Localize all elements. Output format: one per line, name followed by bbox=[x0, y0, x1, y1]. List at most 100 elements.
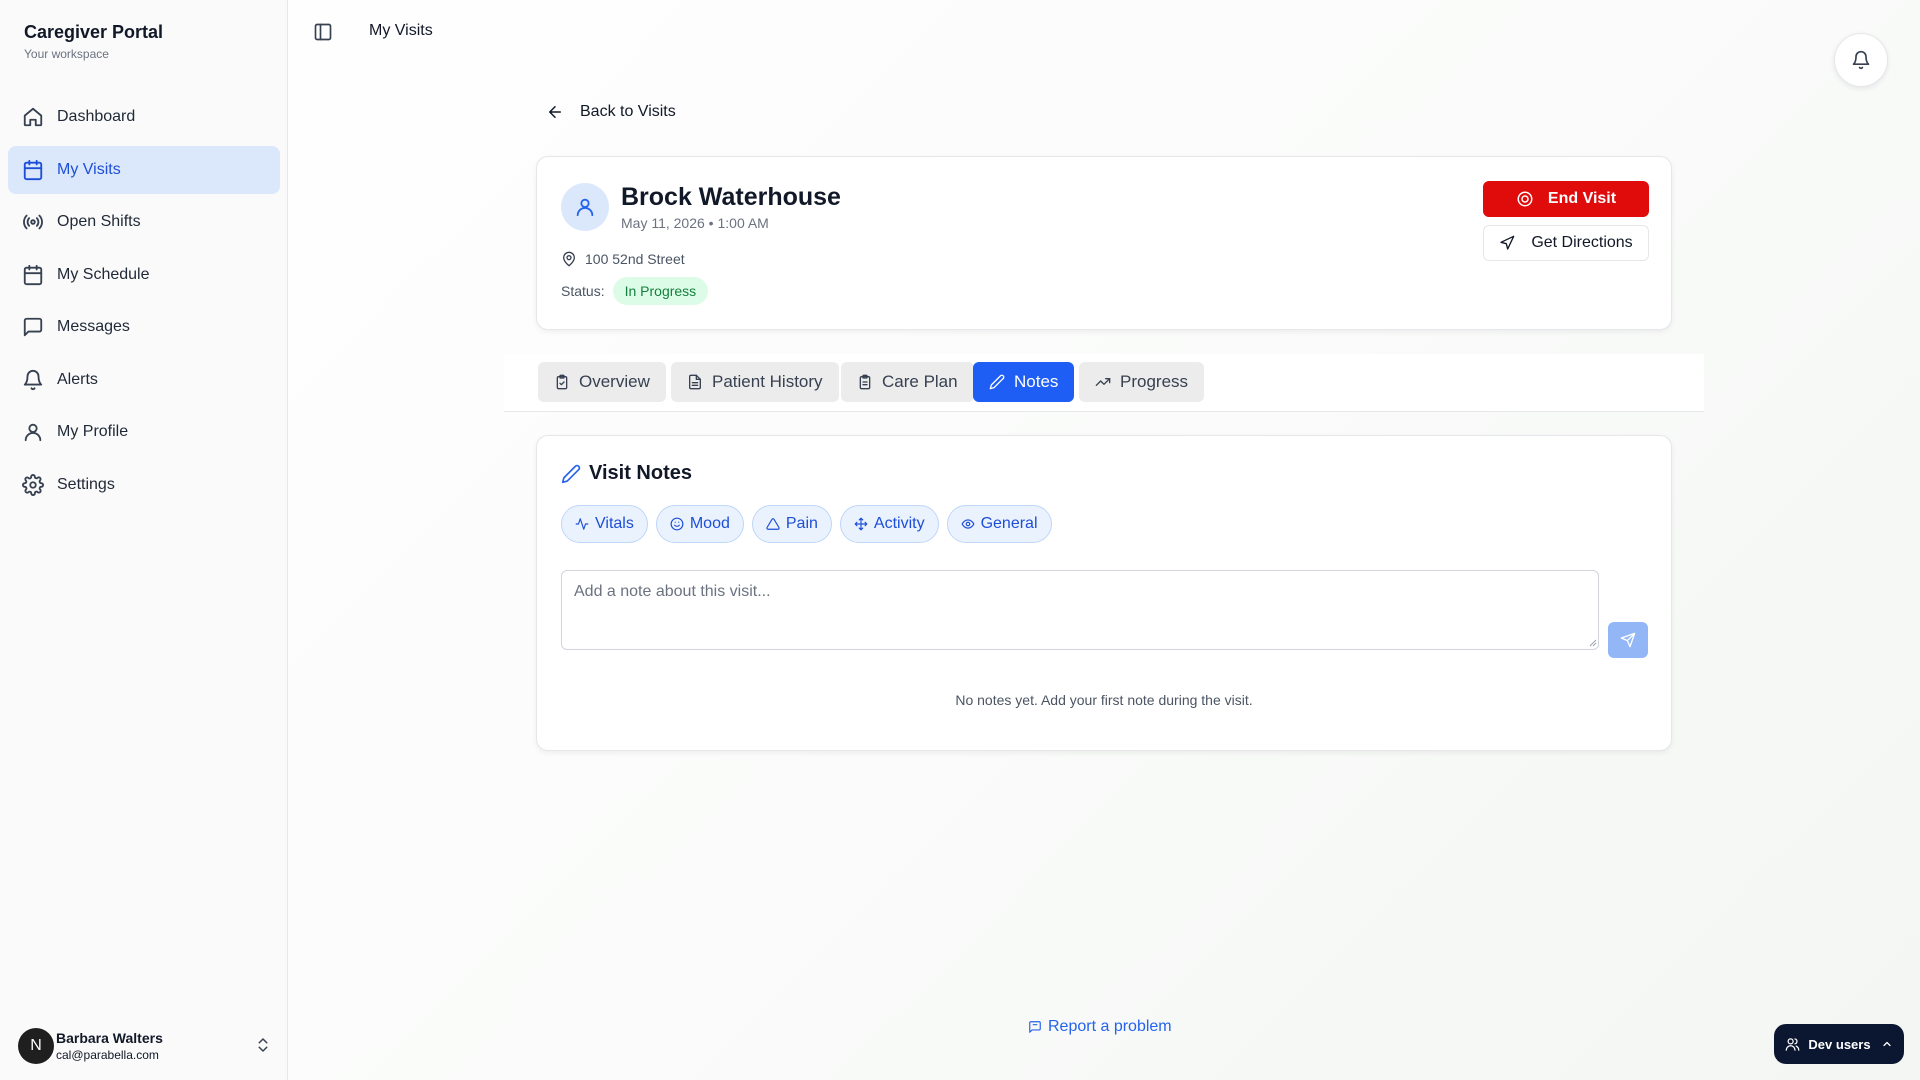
report-problem-link[interactable]: Report a problem bbox=[1028, 1018, 1172, 1036]
sidebar-item-settings[interactable]: Settings bbox=[8, 461, 280, 509]
user-icon bbox=[24, 423, 42, 442]
visit-notes-card: Visit Notes Vitals Mood Pain Activity Ge… bbox=[536, 435, 1672, 751]
visit-notes-title: Visit Notes bbox=[561, 462, 692, 485]
tab-care-plan[interactable]: Care Plan bbox=[841, 362, 974, 402]
get-directions-label: Get Directions bbox=[1531, 234, 1633, 251]
sidebar-item-label: My Profile bbox=[57, 423, 129, 440]
chip-activity[interactable]: Activity bbox=[839, 505, 939, 543]
sidebar-item-label: My Schedule bbox=[57, 265, 150, 283]
bell-icon bbox=[23, 369, 43, 390]
sidebar-item-label: Dashboard bbox=[57, 108, 136, 125]
page-title: My Visits bbox=[369, 22, 433, 39]
gear-icon bbox=[22, 473, 44, 496]
resize-grip-icon[interactable] bbox=[1589, 639, 1597, 647]
alert-triangle-icon bbox=[766, 518, 780, 530]
tabs-bar: Overview Patient History Care Plan Notes… bbox=[504, 354, 1704, 412]
sidebar-item-label: Messages bbox=[57, 318, 130, 335]
eye-icon bbox=[961, 519, 974, 529]
chevron-up-icon bbox=[1882, 1041, 1891, 1047]
tab-patient-history[interactable]: Patient History bbox=[671, 362, 839, 402]
notes-title-text: Visit Notes bbox=[589, 462, 692, 484]
smile-icon bbox=[670, 517, 684, 531]
patient-name: Brock Waterhouse bbox=[621, 183, 841, 211]
move-icon bbox=[854, 517, 868, 531]
chip-pain[interactable]: Pain bbox=[751, 505, 832, 543]
patient-card: Brock Waterhouse May 11, 2026 • 1:00 AM … bbox=[536, 156, 1672, 330]
empty-notes-message: No notes yet. Add your first note during… bbox=[955, 692, 1253, 708]
chip-general[interactable]: General bbox=[946, 505, 1052, 543]
note-category-chips: Vitals Mood Pain Activity General bbox=[561, 505, 1060, 543]
brand-title: Caregiver Portal bbox=[24, 22, 164, 42]
send-icon bbox=[1620, 632, 1636, 648]
calendar-icon bbox=[23, 159, 43, 180]
status-badge: In Progress bbox=[612, 277, 709, 305]
report-label: Report a problem bbox=[1048, 1018, 1172, 1035]
status-label: Status: bbox=[561, 283, 605, 299]
dev-users-button[interactable]: Dev users bbox=[1774, 1024, 1904, 1064]
brand-subtitle: Your workspace bbox=[24, 47, 109, 61]
user-email: cal@parabella.com bbox=[56, 1048, 159, 1062]
sidebar-nav: Dashboard My Visits Open Shifts My Sched… bbox=[8, 93, 280, 513]
brand: Caregiver Portal Your workspace bbox=[24, 22, 163, 61]
message-square-icon bbox=[1029, 1021, 1041, 1033]
chip-label: Activity bbox=[873, 515, 925, 532]
sidebar: Caregiver Portal Your workspace Dashboar… bbox=[0, 0, 288, 1080]
tab-notes[interactable]: Notes bbox=[973, 362, 1075, 402]
note-input[interactable] bbox=[561, 570, 1599, 650]
user-info: Barbara Walters cal@parabella.com bbox=[56, 1030, 163, 1062]
pencil-icon bbox=[989, 374, 1005, 390]
tab-label: Progress bbox=[1120, 372, 1189, 391]
message-icon bbox=[23, 317, 43, 337]
bell-icon bbox=[1852, 50, 1870, 70]
tab-label: Care Plan bbox=[882, 372, 958, 391]
user-menu[interactable]: N Barbara Walters cal@parabella.com bbox=[18, 1024, 272, 1068]
users-icon bbox=[1786, 1037, 1800, 1051]
tab-overview[interactable]: Overview bbox=[538, 362, 666, 402]
chip-vitals[interactable]: Vitals bbox=[561, 505, 648, 543]
sidebar-item-label: Settings bbox=[57, 475, 115, 493]
home-icon bbox=[23, 107, 43, 127]
tab-progress[interactable]: Progress bbox=[1079, 362, 1205, 402]
navigation-icon bbox=[1500, 235, 1515, 250]
patient-address: 100 52nd Street bbox=[561, 251, 685, 267]
file-icon bbox=[689, 374, 701, 390]
sidebar-item-open-shifts[interactable]: Open Shifts bbox=[8, 198, 280, 246]
chip-label: General bbox=[980, 515, 1038, 532]
send-note-button[interactable] bbox=[1608, 622, 1648, 658]
chip-mood[interactable]: Mood bbox=[655, 505, 744, 543]
chip-label: Vitals bbox=[595, 515, 634, 532]
sidebar-item-my-profile[interactable]: My Profile bbox=[8, 408, 280, 456]
clipboard-list-icon bbox=[859, 374, 871, 390]
target-icon bbox=[1517, 191, 1533, 207]
sidebar-item-label: Alerts bbox=[57, 370, 98, 388]
dev-users-label: Dev users bbox=[1808, 1036, 1871, 1052]
end-visit-button[interactable]: End Visit bbox=[1483, 181, 1649, 217]
back-to-visits-link[interactable]: Back to Visits bbox=[546, 103, 676, 121]
address-text: 100 52nd Street bbox=[585, 251, 685, 267]
user-name: Barbara Walters bbox=[56, 1030, 163, 1046]
sidebar-item-label: Open Shifts bbox=[57, 213, 141, 230]
tab-label: Patient History bbox=[712, 372, 823, 391]
trending-up-icon bbox=[1095, 378, 1111, 386]
tab-label: Overview bbox=[579, 372, 650, 391]
sidebar-item-my-schedule[interactable]: My Schedule bbox=[8, 251, 280, 299]
sidebar-item-dashboard[interactable]: Dashboard bbox=[8, 93, 280, 141]
sidebar-item-label: My Visits bbox=[57, 160, 121, 178]
map-pin-icon bbox=[563, 251, 575, 267]
chip-label: Pain bbox=[785, 515, 818, 532]
get-directions-button[interactable]: Get Directions bbox=[1483, 225, 1649, 261]
avatar: N bbox=[18, 1028, 54, 1064]
tab-label: Notes bbox=[1014, 372, 1059, 391]
status-row: Status: In Progress bbox=[561, 277, 709, 305]
end-visit-label: End Visit bbox=[1547, 190, 1617, 207]
clipboard-icon bbox=[556, 374, 568, 390]
sidebar-item-messages[interactable]: Messages bbox=[8, 303, 280, 351]
chevrons-up-down-icon bbox=[258, 1038, 268, 1052]
sidebar-item-alerts[interactable]: Alerts bbox=[8, 356, 280, 404]
calendar-icon bbox=[23, 264, 43, 285]
notifications-button[interactable] bbox=[1834, 33, 1888, 87]
chip-label: Mood bbox=[689, 515, 730, 532]
sidebar-toggle-icon[interactable] bbox=[313, 22, 333, 42]
sidebar-item-my-visits[interactable]: My Visits bbox=[8, 145, 280, 194]
visit-datetime: May 11, 2026 • 1:00 AM bbox=[621, 215, 769, 231]
